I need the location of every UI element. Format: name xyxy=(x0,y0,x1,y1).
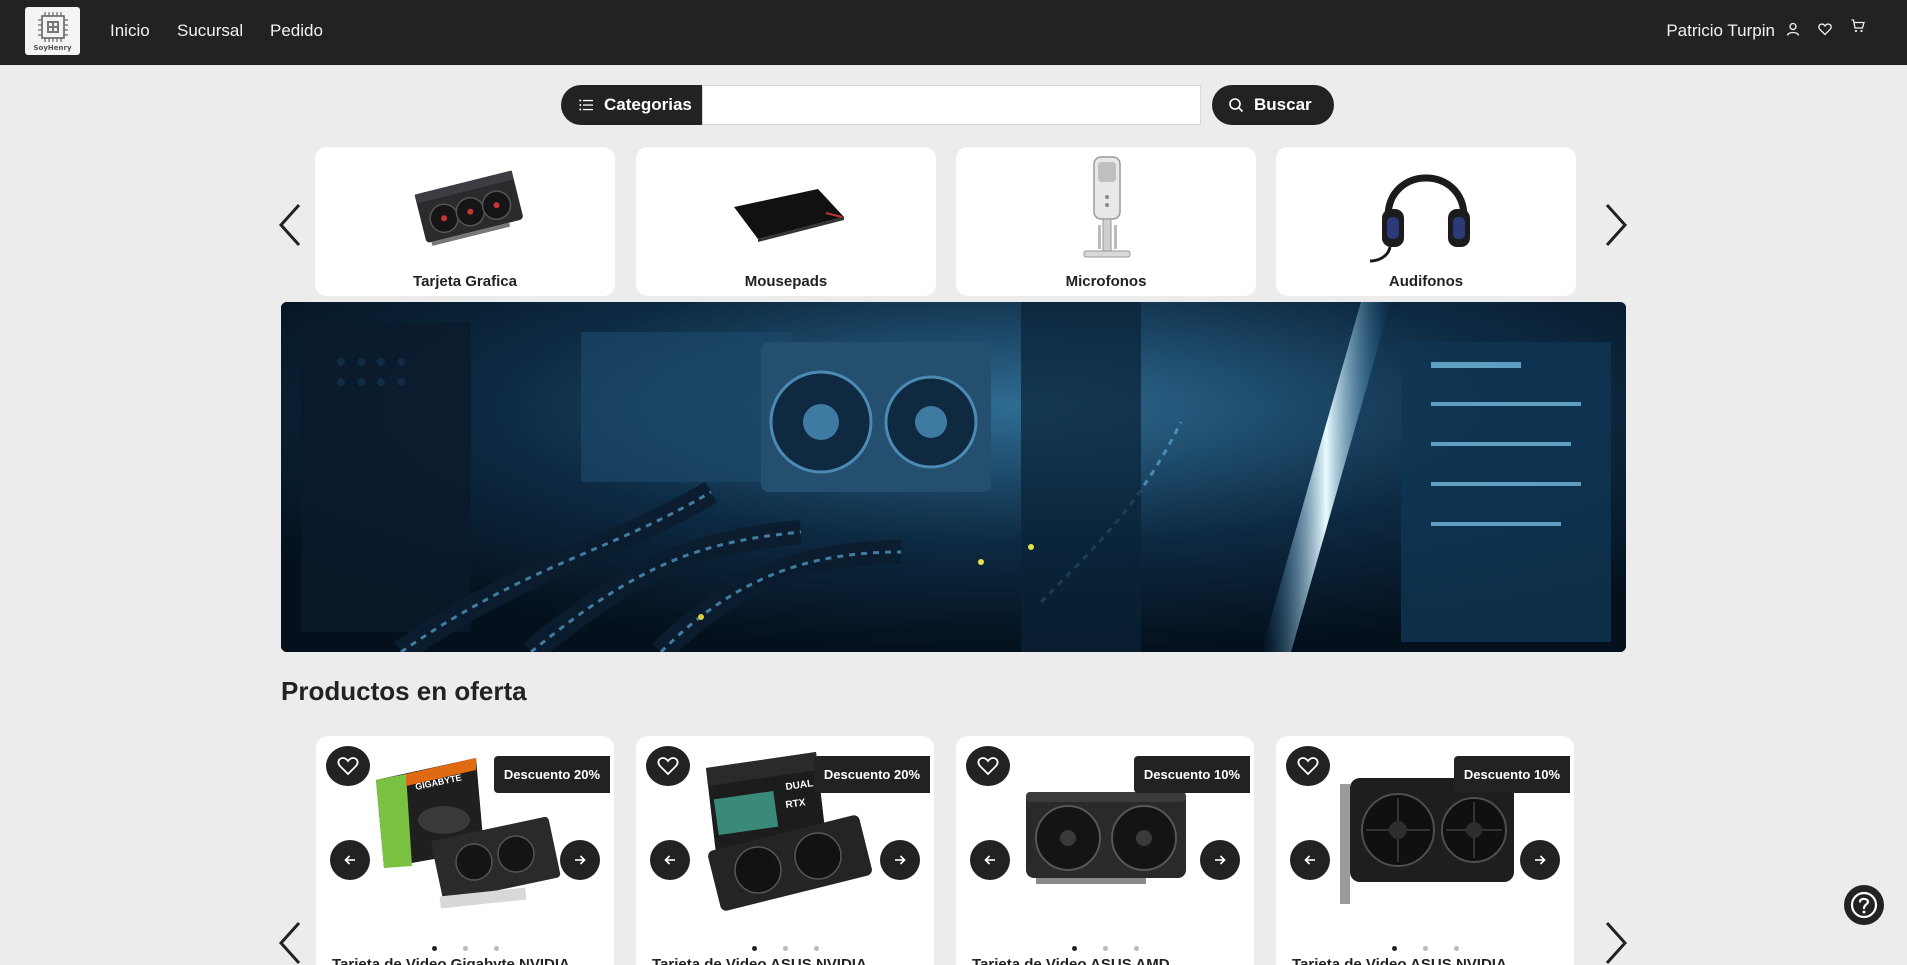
hero-banner-pc-internals-image xyxy=(281,302,1626,652)
graphics-card-image xyxy=(365,155,565,267)
image-pagination xyxy=(956,946,1254,951)
search-button[interactable]: Buscar xyxy=(1212,85,1334,125)
category-label: Microfonos xyxy=(1065,273,1147,290)
categories-button[interactable]: Categorias xyxy=(561,85,702,125)
discount-badge: Descuento 10% xyxy=(1133,756,1250,793)
product-card[interactable]: Descuento 20% DUAL RTX Tarjeta de Video … xyxy=(636,736,934,965)
mousepad-image xyxy=(686,155,886,267)
arrow-right-icon xyxy=(1535,855,1546,865)
heart-icon xyxy=(1297,757,1319,776)
list-icon xyxy=(579,99,593,111)
favorite-button[interactable] xyxy=(1286,746,1330,786)
microphone-image xyxy=(1006,155,1206,267)
chevron-right-icon xyxy=(1605,921,1628,965)
discount-badge: Descuento 10% xyxy=(1453,756,1570,793)
arrow-left-icon xyxy=(984,855,995,865)
heart-icon[interactable] xyxy=(1816,20,1834,38)
top-navbar: SoyHenry Inicio Sucursal Pedido Patricio… xyxy=(0,0,1907,65)
favorite-button[interactable] xyxy=(966,746,1010,786)
help-button[interactable] xyxy=(1844,885,1884,925)
image-next-button[interactable] xyxy=(1200,840,1240,880)
image-prev-button[interactable] xyxy=(650,840,690,880)
pagination-dot[interactable] xyxy=(1453,946,1459,951)
chip-logo-icon xyxy=(37,11,68,42)
product-name[interactable]: Tarjeta de Video Gigabyte NVIDIA xyxy=(332,956,570,965)
product-card[interactable]: Descuento 10% Tarjeta de Video ASUS NVID… xyxy=(1276,736,1574,965)
user-name[interactable]: Patricio Turpin xyxy=(1666,21,1775,41)
arrow-left-icon xyxy=(664,855,675,865)
categories-next-arrow[interactable] xyxy=(1601,202,1631,248)
product-name[interactable]: Tarjeta de Video ASUS NVIDIA xyxy=(652,956,867,965)
image-prev-button[interactable] xyxy=(330,840,370,880)
heart-icon xyxy=(337,757,359,776)
arrow-right-icon xyxy=(895,855,906,865)
pagination-dot[interactable] xyxy=(1422,946,1428,951)
logo[interactable]: SoyHenry xyxy=(25,7,80,55)
search-button-label: Buscar xyxy=(1254,95,1312,114)
image-next-button[interactable] xyxy=(880,840,920,880)
nav-link-pedido[interactable]: Pedido xyxy=(270,21,323,41)
image-pagination xyxy=(316,946,614,951)
image-next-button[interactable] xyxy=(560,840,600,880)
pagination-dot[interactable] xyxy=(1071,946,1077,951)
image-prev-button[interactable] xyxy=(970,840,1010,880)
user-icon[interactable] xyxy=(1784,20,1802,38)
categories-label: Categorias xyxy=(604,95,692,114)
logo-text: SoyHenry xyxy=(33,43,72,52)
offers-next-arrow[interactable] xyxy=(1601,920,1631,965)
search-icon xyxy=(1229,98,1244,113)
arrow-right-icon xyxy=(1215,855,1226,865)
image-next-button[interactable] xyxy=(1520,840,1560,880)
nav-link-sucursal[interactable]: Sucursal xyxy=(177,21,243,41)
favorite-button[interactable] xyxy=(646,746,690,786)
offers-prev-arrow[interactable] xyxy=(275,920,305,965)
product-card[interactable]: Descuento 20% GIGABYTE Tarjeta de Video … xyxy=(316,736,614,965)
pagination-dot[interactable] xyxy=(782,946,788,951)
pagination-dot[interactable] xyxy=(751,946,757,951)
arrow-right-icon xyxy=(575,855,586,865)
favorite-button[interactable] xyxy=(326,746,370,786)
category-card-mousepads[interactable]: Mousepads xyxy=(636,147,936,296)
headphones-image xyxy=(1326,155,1526,267)
pagination-dot[interactable] xyxy=(493,946,499,951)
pagination-dot[interactable] xyxy=(1391,946,1397,951)
heart-icon xyxy=(977,757,999,776)
image-pagination xyxy=(636,946,934,951)
category-label: Tarjeta Grafica xyxy=(413,273,517,290)
product-name[interactable]: Tarjeta de Video ASUS NVIDIA xyxy=(1292,956,1507,965)
pagination-dot[interactable] xyxy=(1102,946,1108,951)
pagination-dot[interactable] xyxy=(462,946,468,951)
category-label: Audifonos xyxy=(1388,273,1464,290)
category-card-tarjeta-grafica[interactable]: Tarjeta Grafica xyxy=(315,147,615,296)
category-card-microfonos[interactable]: Microfonos xyxy=(956,147,1256,296)
image-pagination xyxy=(1276,946,1574,951)
chevron-left-icon xyxy=(278,203,301,247)
pagination-dot[interactable] xyxy=(431,946,437,951)
pagination-dot[interactable] xyxy=(1133,946,1139,951)
search-bar: Categorias Buscar xyxy=(561,85,1334,125)
discount-badge: Descuento 20% xyxy=(813,756,930,793)
image-prev-button[interactable] xyxy=(1290,840,1330,880)
cart-icon[interactable] xyxy=(1849,17,1867,35)
categories-prev-arrow[interactable] xyxy=(275,202,305,248)
chevron-left-icon xyxy=(278,921,301,965)
discount-badge: Descuento 20% xyxy=(493,756,610,793)
arrow-left-icon xyxy=(344,855,355,865)
pagination-dot[interactable] xyxy=(813,946,819,951)
product-card[interactable]: Descuento 10% Tarjeta de Video ASUS AMD xyxy=(956,736,1254,965)
heart-icon xyxy=(657,757,679,776)
nav-link-inicio[interactable]: Inicio xyxy=(110,21,150,41)
question-circle-icon xyxy=(1850,891,1878,919)
category-label: Mousepads xyxy=(744,273,828,290)
category-card-audifonos[interactable]: Audifonos xyxy=(1276,147,1576,296)
arrow-left-icon xyxy=(1304,855,1315,865)
offers-section-title: Productos en oferta xyxy=(281,676,527,706)
chevron-right-icon xyxy=(1605,203,1628,247)
search-input[interactable] xyxy=(702,85,1201,125)
product-name[interactable]: Tarjeta de Video ASUS AMD xyxy=(972,956,1170,965)
